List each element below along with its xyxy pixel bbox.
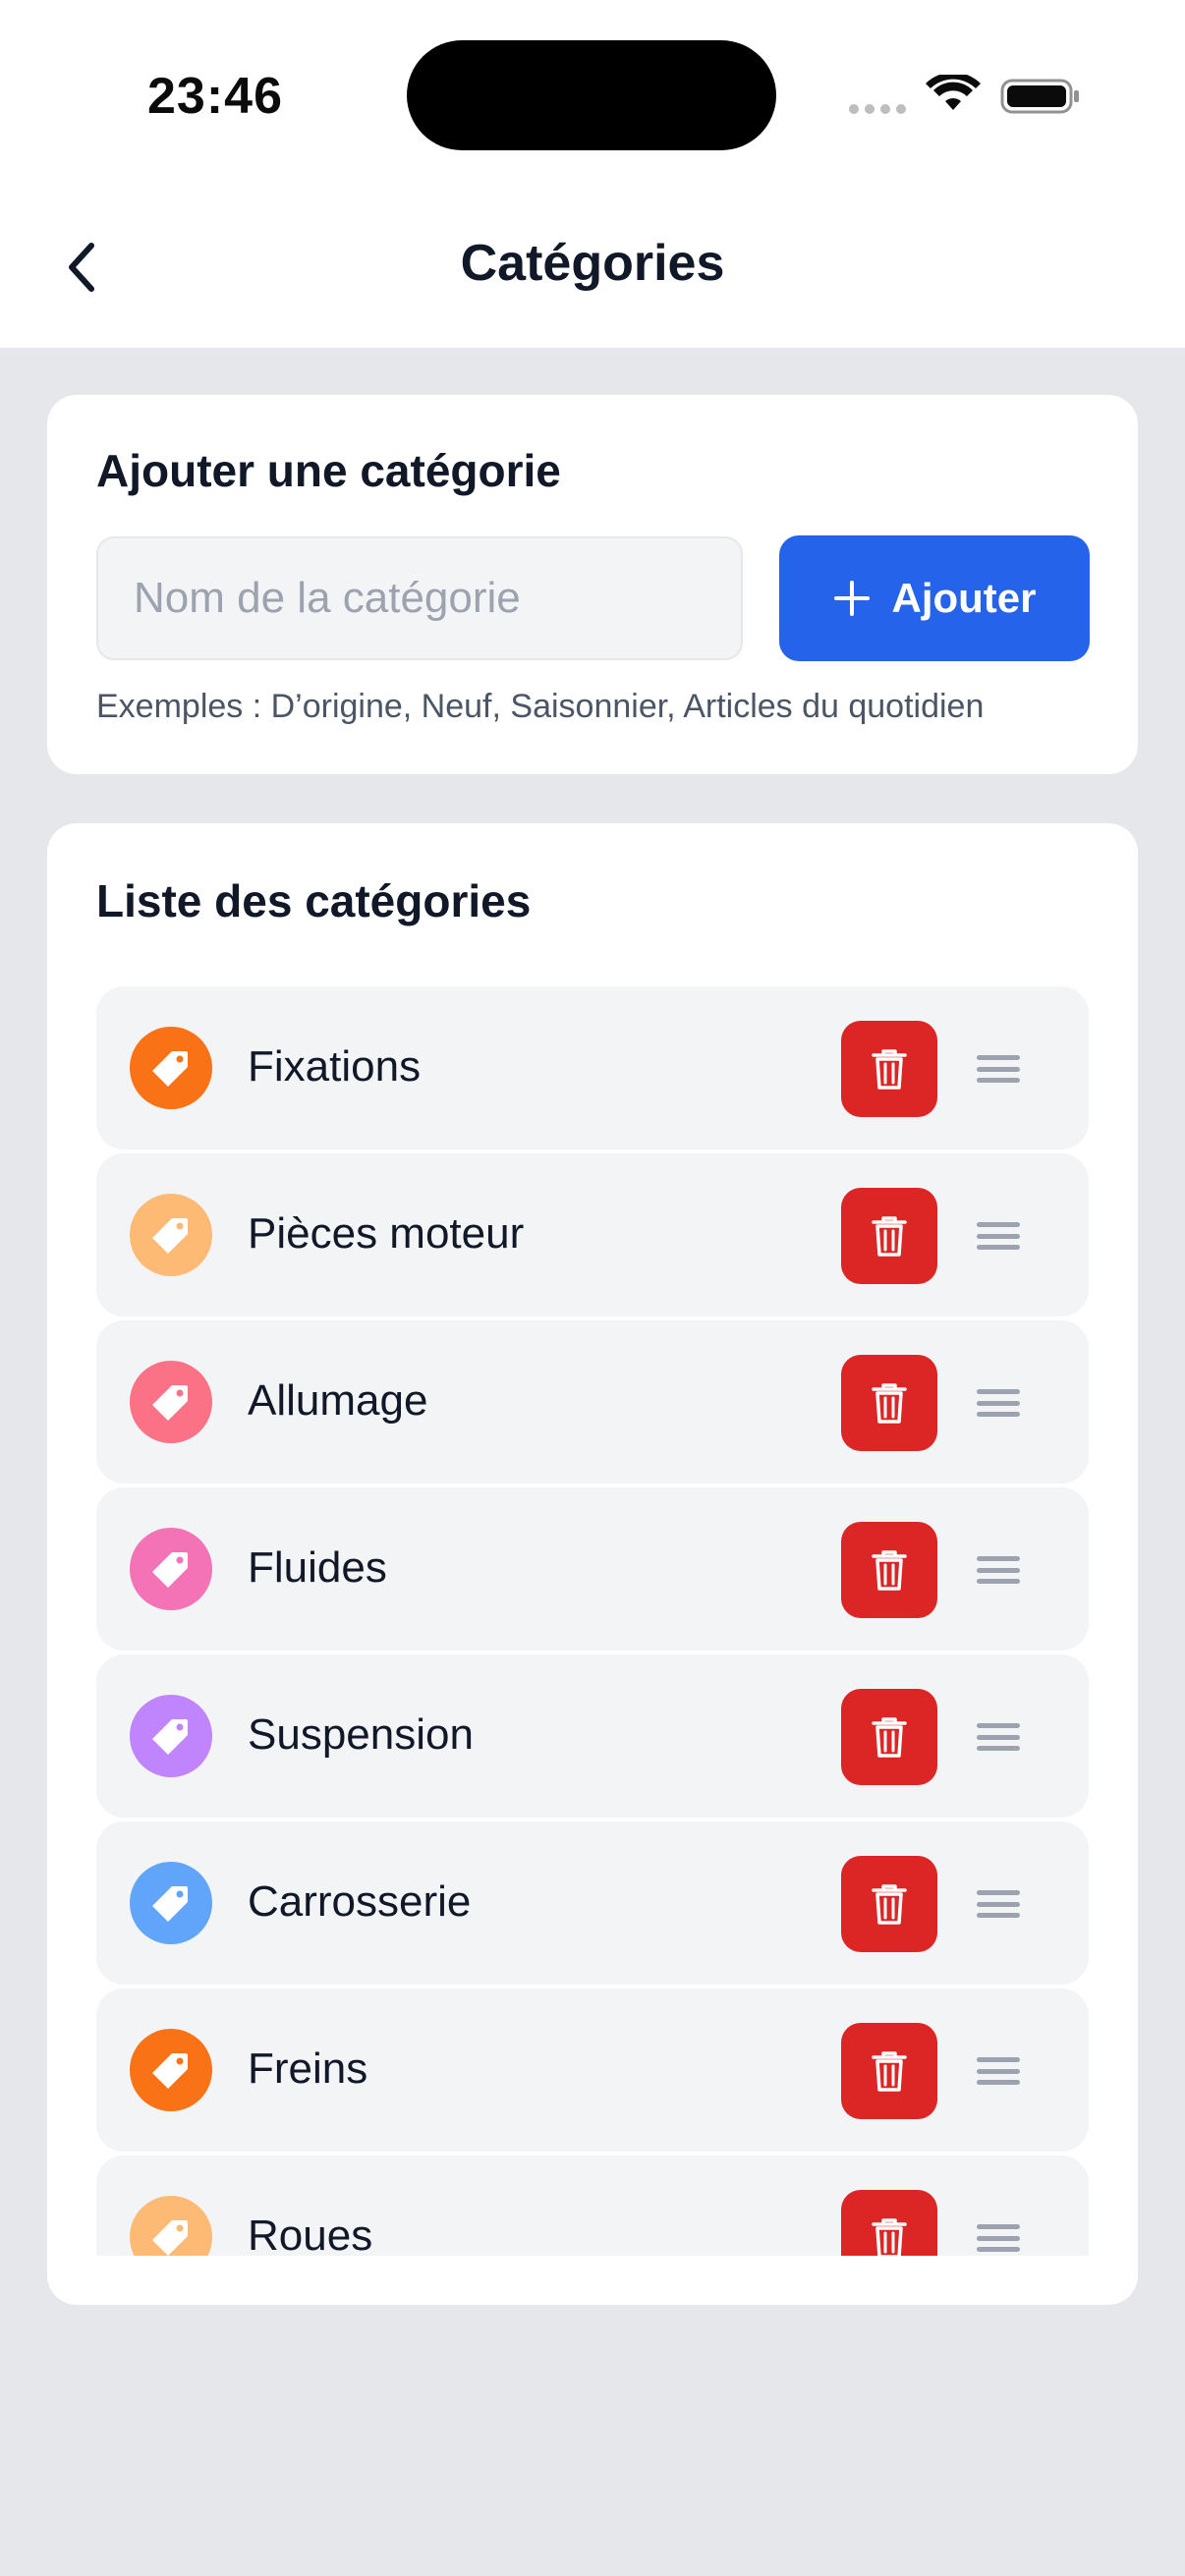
category-list[interactable]: Fixations Pièces moteur Allumage Fluides… <box>96 986 1089 2256</box>
category-row[interactable]: Fixations <box>96 986 1089 1149</box>
delete-button[interactable] <box>841 1355 937 1451</box>
drag-handle-icon[interactable] <box>977 1055 1020 1083</box>
tag-icon <box>130 1027 212 1109</box>
trash-icon <box>872 1216 907 1257</box>
category-label: Roues <box>248 2212 373 2256</box>
category-row[interactable]: Suspension <box>96 1654 1089 1818</box>
category-name-input[interactable] <box>96 536 743 660</box>
tag-icon <box>130 2029 212 2111</box>
category-row[interactable]: Roues <box>96 2156 1089 2256</box>
page-title: Catégories <box>460 235 725 292</box>
category-label: Carrosserie <box>248 1877 472 1926</box>
category-label: Fluides <box>248 1543 387 1592</box>
tag-icon <box>130 1695 212 1777</box>
category-label: Suspension <box>248 1710 474 1759</box>
delete-button[interactable] <box>841 1021 937 1117</box>
dynamic-island <box>407 40 776 150</box>
trash-icon <box>872 1717 907 1758</box>
category-list-card: Liste des catégories Fixations Pièces mo… <box>47 823 1138 2305</box>
category-label: Allumage <box>248 1376 428 1425</box>
delete-button[interactable] <box>841 1522 937 1618</box>
status-bar: 23:46 <box>0 0 1185 187</box>
delete-button[interactable] <box>841 1689 937 1785</box>
add-category-title: Ajouter une catégorie <box>96 445 561 496</box>
trash-icon <box>872 1049 907 1090</box>
trash-icon <box>872 1884 907 1925</box>
add-button-label: Ajouter <box>891 575 1037 621</box>
delete-button[interactable] <box>841 1188 937 1284</box>
category-row[interactable]: Allumage <box>96 1320 1089 1484</box>
trash-icon <box>872 1550 907 1591</box>
drag-handle-icon[interactable] <box>977 1389 1020 1417</box>
drag-handle-icon[interactable] <box>977 1222 1020 1250</box>
tag-icon <box>130 1361 212 1443</box>
category-row[interactable]: Freins <box>96 1988 1089 2152</box>
drag-handle-icon[interactable] <box>977 1723 1020 1751</box>
drag-handle-icon[interactable] <box>977 1556 1020 1584</box>
status-time: 23:46 <box>147 68 283 125</box>
examples-hint: Exemples : D’origine, Neuf, Saisonnier, … <box>96 688 985 725</box>
trash-icon <box>872 2051 907 2092</box>
category-list-title: Liste des catégories <box>96 875 532 926</box>
delete-button[interactable] <box>841 1856 937 1952</box>
category-label: Freins <box>248 2044 368 2093</box>
plus-icon <box>833 581 870 616</box>
drag-handle-icon[interactable] <box>977 2057 1020 2085</box>
battery-icon <box>1000 79 1079 114</box>
cellular-signal-icon <box>849 104 906 114</box>
category-label: Pièces moteur <box>248 1209 525 1258</box>
wifi-icon <box>926 75 981 110</box>
tag-icon <box>130 1194 212 1276</box>
tag-icon <box>130 2196 212 2256</box>
delete-button[interactable] <box>841 2023 937 2119</box>
category-row[interactable]: Carrosserie <box>96 1821 1089 1985</box>
tag-icon <box>130 1528 212 1610</box>
drag-handle-icon[interactable] <box>977 2224 1020 2252</box>
trash-icon <box>872 1383 907 1424</box>
add-category-button[interactable]: Ajouter <box>779 535 1090 661</box>
tag-icon <box>130 1862 212 1944</box>
category-row[interactable]: Fluides <box>96 1487 1089 1651</box>
delete-button[interactable] <box>841 2190 937 2256</box>
navigation-bar: Catégories <box>0 187 1185 348</box>
category-row[interactable]: Pièces moteur <box>96 1153 1089 1316</box>
trash-icon <box>872 2218 907 2256</box>
category-label: Fixations <box>248 1042 422 1091</box>
add-category-card: Ajouter une catégorie Ajouter Exemples :… <box>47 395 1138 774</box>
drag-handle-icon[interactable] <box>977 1890 1020 1918</box>
